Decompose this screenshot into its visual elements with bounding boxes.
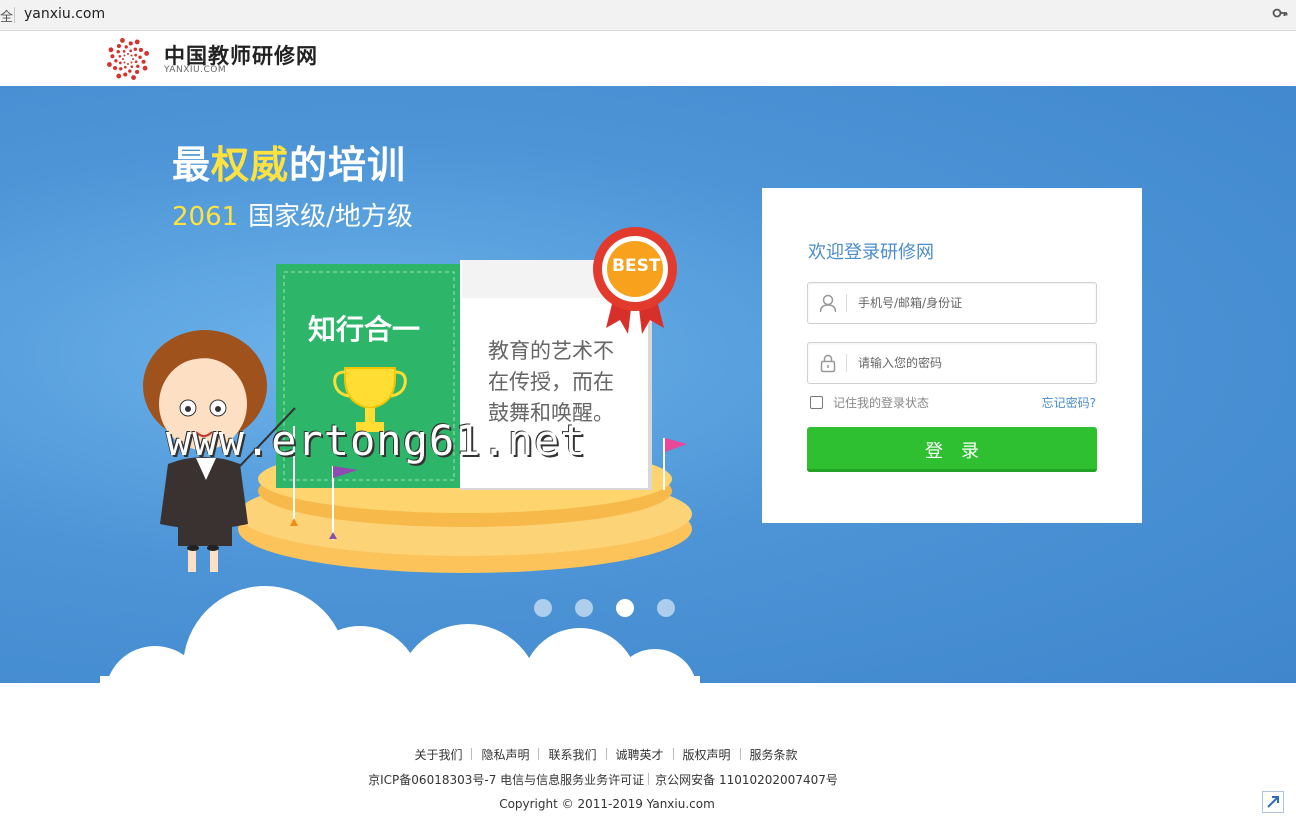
username-input[interactable] [856,291,1085,315]
footer-link[interactable]: 关于我们 [405,748,471,762]
carousel-dot[interactable] [657,599,675,617]
best-badge-text: BEST [612,256,661,276]
corner-widget-icon[interactable] [1262,791,1284,813]
forgot-password-link[interactable]: 忘记密码? [1042,394,1096,411]
login-panel: 欢迎登录研修网 记住我的登录状态 忘记密码? 登录 [762,188,1142,523]
field-separator [846,294,847,312]
password-field[interactable] [807,342,1097,384]
public-security-record[interactable]: 京公网安备 11010202007407号 [655,773,838,787]
user-icon [818,293,838,313]
icp-license[interactable]: 京ICP备06018303号-7 电信与信息服务业务许可证 [368,773,644,787]
security-indicator[interactable]: 全 [0,6,13,25]
brand-sub: YANXIU.COM [164,65,227,75]
book-left-title: 知行合一 [308,313,421,346]
copyright: Copyright © 2011-2019 Yanxiu.com [499,797,715,811]
login-title: 欢迎登录研修网 [808,242,934,263]
footer-link[interactable]: 隐私声明 [472,748,538,762]
username-field[interactable] [807,282,1097,324]
lock-icon [818,353,838,373]
remember-label: 记住我的登录状态 [833,396,930,410]
footer-links: 关于我们 隐私声明 联系我们 诚聘英才 版权声明 服务条款 [0,746,1212,763]
field-separator [846,354,847,372]
carousel-dot[interactable] [575,599,593,617]
key-icon[interactable] [1272,5,1288,25]
browser-address-bar: 全 yanxiu.com [0,0,1296,31]
remember-checkbox[interactable] [810,396,823,409]
carousel-dot-active[interactable] [616,599,634,617]
site-header: 中国教师研修网 YANXIU.COM [0,31,1296,86]
footer-link[interactable]: 服务条款 [741,748,807,762]
password-input[interactable] [856,351,1085,375]
carousel-dot[interactable] [534,599,552,617]
login-button[interactable]: 登录 [807,427,1097,472]
spiral-dots-logo-icon[interactable] [106,37,150,85]
footer-link[interactable]: 版权声明 [674,748,740,762]
url-text[interactable]: yanxiu.com [24,6,105,22]
footer-link[interactable]: 联系我们 [539,748,605,762]
watermark-text: www.ertong61.net [166,416,587,465]
remember-me[interactable]: 记住我的登录状态 [810,394,929,411]
footer-link[interactable]: 诚聘英才 [607,748,673,762]
icp-info: 京ICP备06018303号-7 电信与信息服务业务许可证 京公网安备 11010… [0,771,1206,788]
clouds [100,586,700,683]
address-separator [14,7,15,23]
hero-banner: 最权威的培训 2061 国家级/地方级 知行合一 教育的艺术不在传授，而在鼓舞和… [0,86,1296,683]
